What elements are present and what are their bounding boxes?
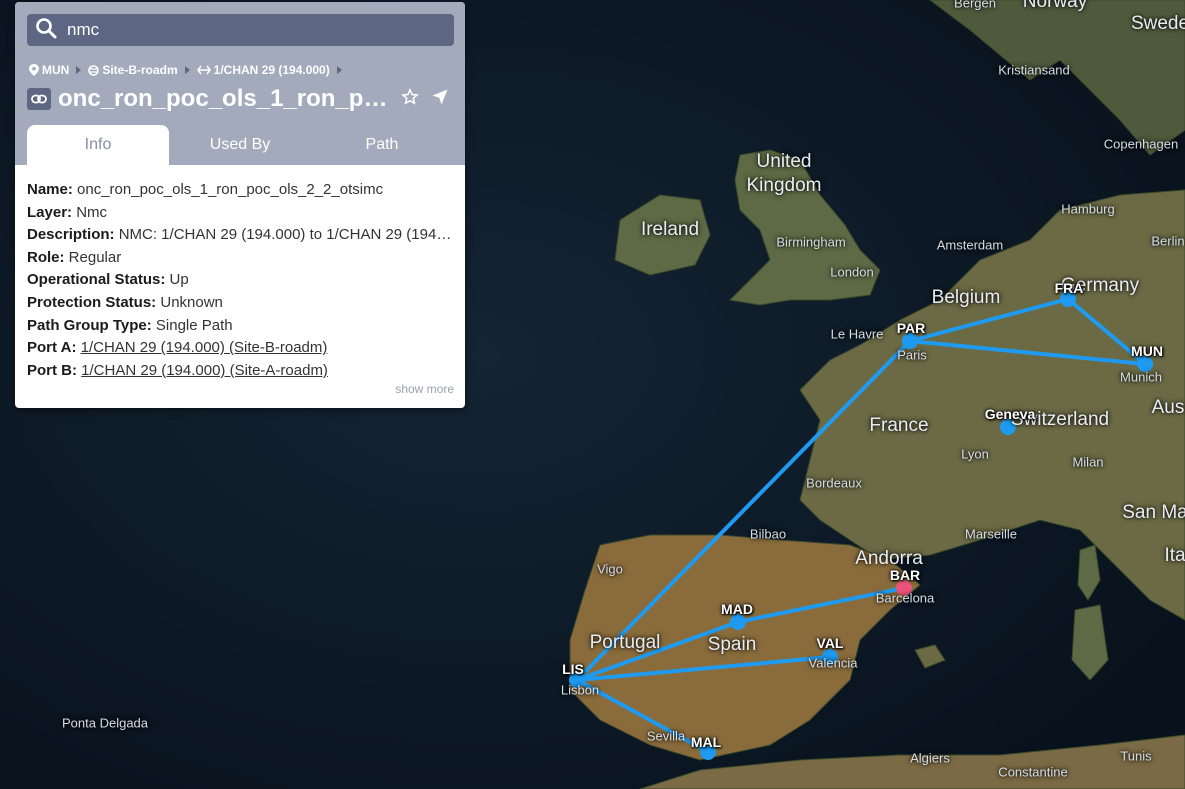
star-icon[interactable] bbox=[401, 88, 419, 106]
info-key: Operational Status: bbox=[27, 271, 166, 289]
info-value: Up bbox=[169, 271, 189, 289]
info-value: Unknown bbox=[160, 293, 223, 311]
search-input[interactable] bbox=[65, 19, 449, 41]
search-bar[interactable] bbox=[27, 14, 454, 46]
info-key: Path Group Type: bbox=[27, 316, 152, 334]
info-row: Layer: Nmc bbox=[27, 202, 453, 225]
search-icon bbox=[35, 17, 57, 44]
breadcrumb-site[interactable]: MUN bbox=[29, 63, 69, 77]
info-key: Name: bbox=[27, 181, 73, 198]
info-row: Path Group Type: Single Path bbox=[27, 315, 453, 338]
page-title: onc_ron_poc_ols_1_ron_poc_ols_2_2_otsimc bbox=[58, 85, 388, 112]
info-value: onc_ron_poc_ols_1_ron_poc_ols_2_2_otsimc bbox=[77, 181, 384, 198]
info-value: Regular bbox=[68, 248, 122, 266]
info-row: Port A: 1/CHAN 29 (194.000) (Site-B-road… bbox=[27, 337, 453, 360]
breadcrumb-channel[interactable]: 1/CHAN 29 (194.000) bbox=[196, 63, 330, 77]
node-label-lis[interactable]: LIS bbox=[562, 661, 584, 677]
info-value: Nmc bbox=[76, 203, 108, 221]
info-row: Name: onc_ron_poc_ols_1_ron_poc_ols_2_2_… bbox=[27, 179, 453, 202]
bidirectional-arrow-icon bbox=[196, 65, 211, 75]
info-content: Name: onc_ron_poc_ols_1_ron_poc_ols_2_2_… bbox=[15, 165, 465, 382]
show-more-link[interactable]: show more bbox=[395, 382, 454, 396]
title-actions bbox=[401, 88, 449, 106]
info-key: Port B: bbox=[27, 361, 77, 379]
info-value: NMC: 1/CHAN 29 (194.000) to 1/CHAN 29 (1… bbox=[118, 226, 453, 244]
title-row: onc_ron_poc_ols_1_ron_poc_ols_2_2_otsimc bbox=[27, 84, 453, 114]
tab-used-by[interactable]: Used By bbox=[169, 125, 311, 165]
breadcrumb-channel-label: 1/CHAN 29 (194.000) bbox=[213, 63, 330, 77]
info-row: Role: Regular bbox=[27, 247, 453, 270]
breadcrumb-device-label: Site-B-roadm bbox=[102, 63, 178, 77]
breadcrumb-chevron-icon bbox=[184, 66, 190, 74]
port-link[interactable]: 1/CHAN 29 (194.000) (Site-B-roadm) bbox=[81, 339, 328, 356]
info-key: Role: bbox=[27, 248, 65, 266]
tab-info[interactable]: Info bbox=[27, 125, 169, 165]
breadcrumb-chevron-icon bbox=[336, 66, 342, 74]
info-row: Protection Status: Unknown bbox=[27, 292, 453, 315]
node-val[interactable] bbox=[822, 649, 838, 665]
node-label-par[interactable]: PAR bbox=[897, 320, 926, 336]
details-panel: MUN Site-B-roadm 1/CHAN 29 (194.000) onc… bbox=[15, 2, 465, 408]
node-label-mun[interactable]: MUN bbox=[1131, 343, 1163, 359]
node-label-bar[interactable]: BAR bbox=[890, 567, 920, 583]
info-row: Port B: 1/CHAN 29 (194.000) (Site-A-road… bbox=[27, 360, 453, 383]
location-pin-icon bbox=[29, 64, 39, 76]
node-label-val[interactable]: VAL bbox=[817, 635, 844, 651]
breadcrumb: MUN Site-B-roadm 1/CHAN 29 (194.000) bbox=[29, 62, 349, 78]
tab-path[interactable]: Path bbox=[311, 125, 453, 165]
node-label-gen[interactable]: Geneva bbox=[985, 406, 1036, 422]
navigate-icon[interactable] bbox=[431, 88, 449, 106]
info-key: Layer: bbox=[27, 203, 73, 221]
info-row: Description: NMC: 1/CHAN 29 (194.000) to… bbox=[27, 224, 453, 247]
info-row: Operational Status: Up bbox=[27, 269, 453, 292]
info-value: Single Path bbox=[155, 316, 233, 334]
link-icon bbox=[27, 88, 51, 110]
breadcrumb-device[interactable]: Site-B-roadm bbox=[88, 63, 178, 77]
roadm-icon bbox=[88, 64, 100, 76]
node-label-mal[interactable]: MAL bbox=[691, 734, 721, 750]
port-link[interactable]: 1/CHAN 29 (194.000) (Site-A-roadm) bbox=[81, 362, 328, 379]
tab-bar: Info Used By Path bbox=[27, 125, 453, 165]
info-key: Description: bbox=[27, 226, 115, 244]
panel-header: MUN Site-B-roadm 1/CHAN 29 (194.000) onc… bbox=[15, 2, 465, 165]
node-label-fra[interactable]: FRA bbox=[1055, 280, 1084, 296]
breadcrumb-chevron-icon bbox=[76, 66, 82, 74]
node-label-mad[interactable]: MAD bbox=[721, 601, 753, 617]
info-key: Port A: bbox=[27, 339, 77, 357]
info-key: Protection Status: bbox=[27, 293, 157, 311]
breadcrumb-site-label: MUN bbox=[42, 63, 70, 77]
